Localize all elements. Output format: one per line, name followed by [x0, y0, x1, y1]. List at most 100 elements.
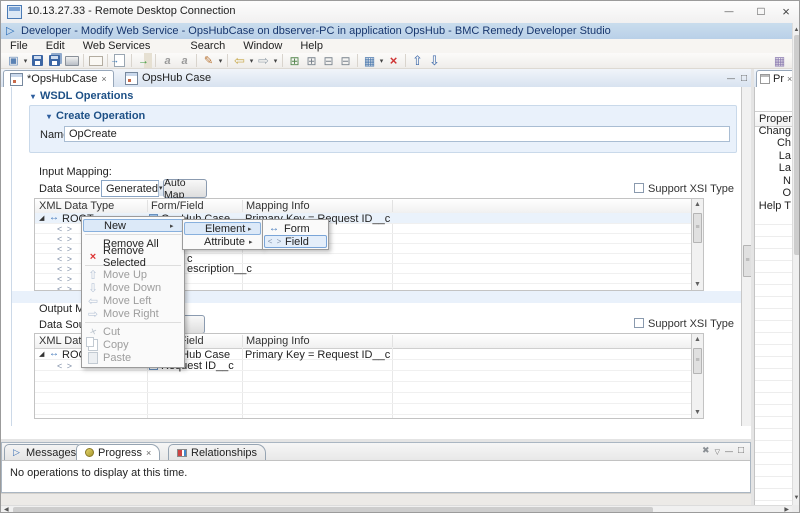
collapse-triangle-icon[interactable]	[31, 92, 35, 101]
property-row[interactable]: Chang	[759, 125, 791, 137]
collapse-triangle-icon[interactable]	[47, 112, 51, 121]
tab-progress[interactable]: Progress	[76, 444, 160, 460]
menu-web-services[interactable]: Web Services	[74, 40, 160, 52]
move-up-icon[interactable]	[409, 53, 426, 68]
app-title: Developer - Modify Web Service - OpsHubC…	[21, 25, 611, 37]
scrollbar-thumb[interactable]	[743, 245, 751, 277]
collapse-icon[interactable]	[320, 53, 337, 68]
menu-file[interactable]: File	[1, 40, 37, 52]
view-minimize-icon[interactable]	[725, 72, 737, 84]
mail-icon[interactable]	[87, 53, 104, 68]
delete-icon[interactable]	[385, 53, 402, 68]
tab-opshub-case[interactable]: OpsHub Case	[119, 70, 217, 86]
rdp-vertical-scrollbar[interactable]: ▲ ▼	[792, 23, 800, 505]
scrollbar-thumb[interactable]	[693, 213, 702, 243]
forward-dropdown-icon[interactable]	[272, 57, 279, 65]
scroll-right-icon[interactable]: ▶	[784, 506, 789, 513]
menu-item-remove-selected[interactable]: ×Remove Selected	[83, 250, 183, 263]
remove-terminated-icon[interactable]	[702, 445, 710, 456]
scroll-up-icon[interactable]: ▲	[692, 201, 703, 208]
tab-relationships[interactable]: Relationships	[168, 444, 266, 460]
menu-item-field[interactable]: Field	[264, 235, 327, 248]
create-operation-header[interactable]: Create Operation	[47, 110, 145, 122]
new-wizard-icon[interactable]	[5, 53, 22, 68]
back-icon[interactable]	[231, 53, 248, 68]
scrollbar-thumb[interactable]	[693, 348, 702, 374]
collapse-all-icon[interactable]	[337, 53, 354, 68]
move-down-icon[interactable]	[426, 53, 443, 68]
import-icon[interactable]	[111, 53, 128, 68]
tab-messages[interactable]: Messages	[4, 444, 85, 460]
expand-icon[interactable]	[303, 53, 320, 68]
editor-scrollbar[interactable]	[741, 87, 751, 426]
table-scrollbar[interactable]: ▲ ▼	[691, 199, 703, 290]
scroll-up-icon[interactable]: ▲	[692, 336, 703, 343]
col-mapping-info[interactable]: Mapping Info	[242, 200, 393, 212]
expand-triangle-icon[interactable]	[39, 350, 44, 358]
scroll-up-icon[interactable]: ▲	[793, 26, 800, 34]
forward-icon[interactable]	[255, 53, 272, 68]
tab-properties[interactable]: Pr	[756, 70, 796, 87]
table-scrollbar[interactable]: ▲ ▼	[691, 334, 703, 418]
view-menu-icon[interactable]	[715, 446, 720, 456]
tree-view-icon[interactable]	[361, 53, 378, 68]
menu-window[interactable]: Window	[234, 40, 291, 52]
support-xsi-checkbox-output[interactable]	[634, 318, 644, 328]
view-maximize-icon[interactable]	[738, 72, 750, 84]
data-source-combo[interactable]: Generated	[101, 180, 159, 197]
view-maximize-icon[interactable]	[738, 445, 744, 456]
save-all-icon[interactable]	[46, 53, 63, 68]
scrollbar-thumb[interactable]	[794, 35, 800, 255]
print-icon[interactable]	[63, 53, 80, 68]
rdp-titlebar: 10.13.27.33 - Remote Desktop Connection	[1, 1, 799, 24]
property-row[interactable]: N	[783, 175, 791, 187]
col-mapping-info[interactable]: Mapping Info	[242, 335, 393, 347]
auto-map-button[interactable]: Auto Map	[163, 179, 207, 198]
menu-search[interactable]: Search	[181, 40, 234, 52]
support-xsi-checkbox[interactable]	[634, 183, 644, 193]
scroll-down-icon[interactable]: ▼	[692, 281, 703, 288]
wand-icon[interactable]	[200, 53, 217, 68]
menu-item-element[interactable]: Element	[184, 222, 261, 235]
expand-triangle-icon[interactable]	[39, 214, 44, 222]
col-xml-data-type[interactable]: XML Data Type	[35, 200, 148, 212]
tab-close-icon[interactable]	[146, 448, 151, 458]
run-icon[interactable]	[135, 53, 152, 68]
property-row[interactable]: La	[779, 150, 791, 162]
rdp-horizontal-scrollbar[interactable]: ◀ ▶	[1, 505, 792, 513]
name-input[interactable]: OpCreate	[64, 126, 730, 142]
menu-item-attribute[interactable]: Attribute	[184, 235, 261, 248]
wand-dropdown-icon[interactable]	[217, 57, 224, 65]
scroll-left-icon[interactable]: ◀	[4, 506, 9, 513]
search-a-icon[interactable]	[159, 53, 176, 68]
close-button[interactable]	[771, 1, 800, 22]
save-icon[interactable]	[29, 53, 46, 68]
search-b-icon[interactable]	[176, 53, 193, 68]
property-row[interactable]: La	[779, 162, 791, 174]
property-row[interactable]: Ch	[777, 137, 791, 149]
tree-dropdown-icon[interactable]	[378, 57, 385, 65]
toolbar-separator	[131, 54, 132, 67]
property-row[interactable]: Help T	[759, 200, 791, 212]
combo-arrow-icon[interactable]	[158, 181, 163, 196]
property-row[interactable]: O	[782, 187, 791, 199]
expand-all-icon[interactable]	[286, 53, 303, 68]
minimize-button[interactable]	[714, 1, 744, 22]
table-row-empty	[35, 403, 693, 415]
menu-help[interactable]: Help	[291, 40, 332, 52]
view-minimize-icon[interactable]	[725, 446, 733, 456]
progress-icon	[85, 448, 94, 457]
scroll-down-icon[interactable]: ▼	[793, 494, 800, 502]
back-dropdown-icon[interactable]	[248, 57, 255, 65]
scroll-down-icon[interactable]: ▼	[692, 409, 703, 416]
perspective-icon[interactable]	[771, 53, 788, 68]
menu-item-form[interactable]: Form	[264, 222, 327, 235]
menu-item-new[interactable]: New	[83, 219, 183, 232]
col-form-field[interactable]: Form/Field	[147, 200, 243, 212]
wsdl-operations-header[interactable]: WSDL Operations	[31, 90, 133, 102]
scrollbar-thumb[interactable]	[13, 507, 653, 513]
tab-close-icon[interactable]	[101, 74, 106, 84]
tab-opshubcase-active[interactable]: *OpsHubCase	[3, 70, 114, 87]
menu-edit[interactable]: Edit	[37, 40, 74, 52]
new-dropdown-icon[interactable]	[22, 57, 29, 65]
